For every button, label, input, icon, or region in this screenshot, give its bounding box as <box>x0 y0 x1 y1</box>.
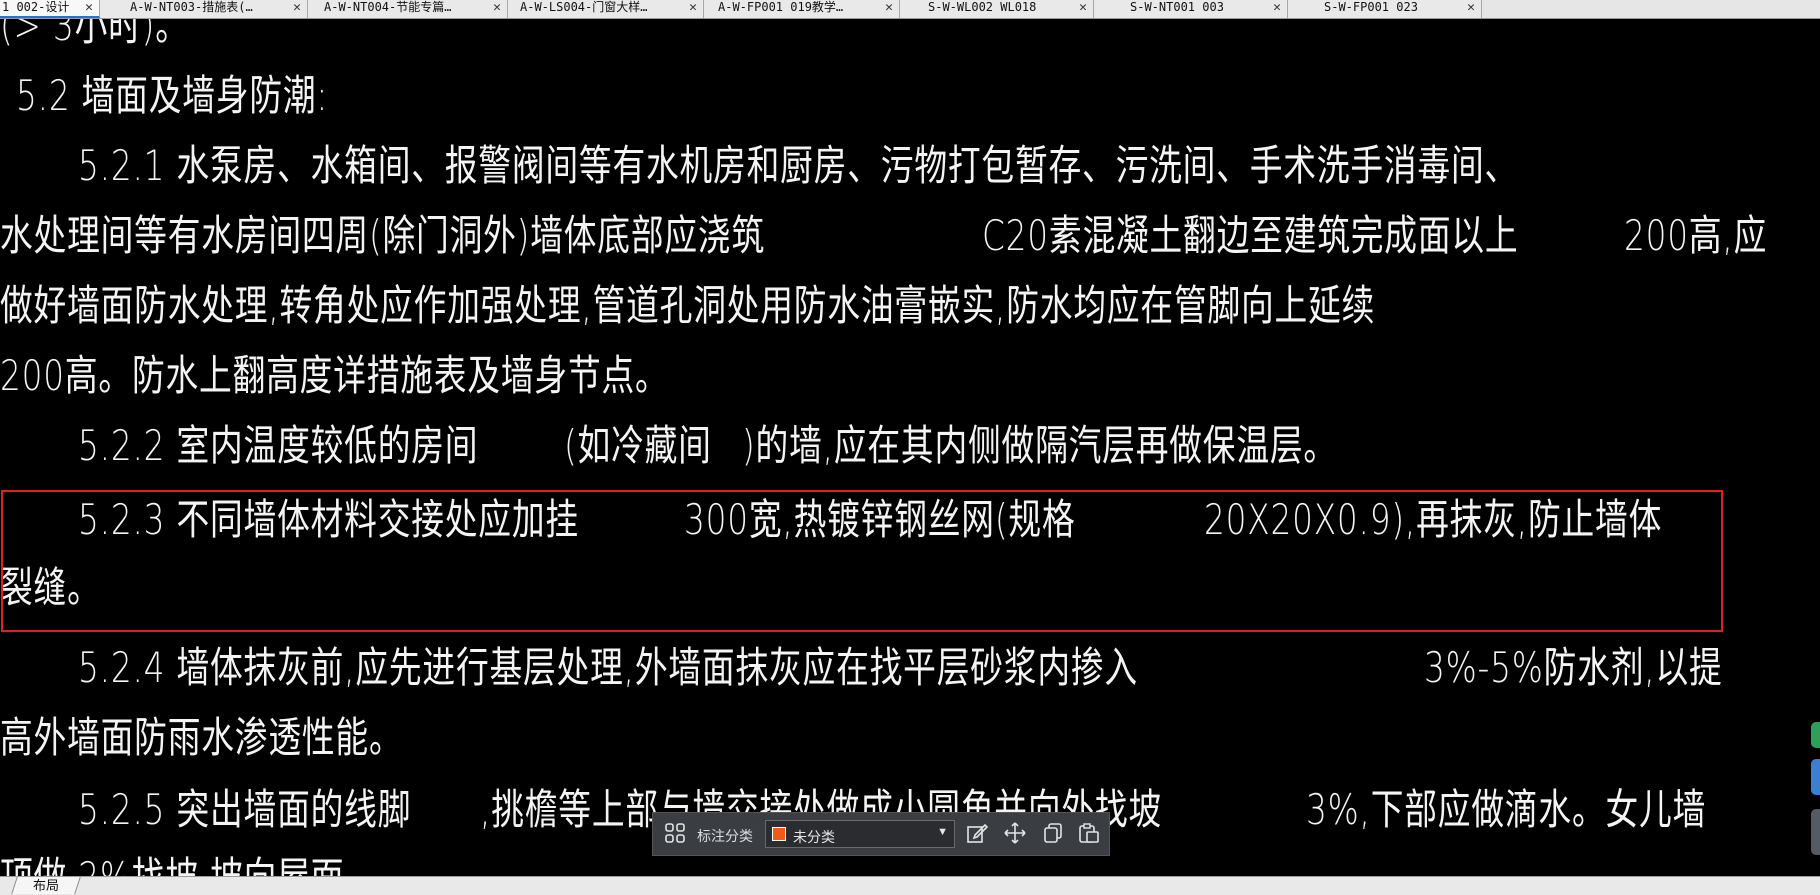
section-heading: 5.2 墙面及墙身防潮: <box>16 71 329 120</box>
note-line: 5.2.1 水泵房、水箱间、报警阀间等有水机房和厨房、污物打包暂存、污洗间、手术… <box>78 141 1519 190</box>
tab-label: A-W-NT003-措施表(… <box>130 0 253 14</box>
tab-nt004[interactable]: A-W-NT004-节能专篇… ✕ <box>308 0 508 18</box>
tab-label: A-W-LS004-门窗大样… <box>520 0 648 14</box>
annotation-category-label: 标注分类 <box>697 828 753 844</box>
note-line: 高外墙面防雨水渗透性能。 <box>0 713 403 762</box>
close-icon[interactable]: ✕ <box>293 0 301 15</box>
note-line: 3%,下部应做滴水。女儿墙 <box>1306 785 1707 834</box>
tab-label: S-W-NT001 003 <box>1130 0 1224 14</box>
note-line: 水处理间等有水房间四周(除门洞外)墙体底部应浇筑 <box>0 211 766 260</box>
tab-nt001[interactable]: S-W-NT001 003 ✕ <box>1094 0 1288 18</box>
drawing-canvas[interactable]: (> 3小时)。 5.2 墙面及墙身防潮: 5.2.1 水泵房、水箱间、报警阀间… <box>0 19 1820 876</box>
paste-icon[interactable] <box>1077 822 1101 846</box>
grid-icon[interactable] <box>663 822 687 846</box>
highlight-box <box>1 490 1723 632</box>
tab-002-design[interactable]: 1 002-设计 ✕ <box>0 0 100 18</box>
tab-label: S-W-WL002 WL018 <box>928 0 1037 14</box>
annotation-toolbar: 标注分类 未分类 ▼ <box>652 812 1110 856</box>
tab-label: A-W-FP001 019教学… <box>718 0 844 14</box>
tab-label: S-W-FP001 023 <box>1324 0 1418 14</box>
tab-wl002[interactable]: S-W-WL002 WL018 ✕ <box>900 0 1094 18</box>
edit-icon[interactable] <box>965 822 989 846</box>
note-line: )的墙,应在其内侧做隔汽层再做保温层。 <box>742 421 1337 470</box>
note-line: 200高,应 <box>1624 211 1768 260</box>
document-tab-bar: 1 002-设计 ✕ A-W-NT003-措施表(… ✕ A-W-NT004-节… <box>0 0 1820 19</box>
note-line: 5.2.5 突出墙面的线脚 <box>78 785 412 834</box>
edge-widget[interactable] <box>1811 722 1820 748</box>
category-value: 未分类 <box>793 829 835 845</box>
close-icon[interactable]: ✕ <box>493 0 501 15</box>
edge-widget[interactable] <box>1811 809 1820 855</box>
note-line: C20素混凝土翻边至建筑完成面以上 <box>982 211 1519 260</box>
close-icon[interactable]: ✕ <box>689 0 697 15</box>
note-line: 5.2.4 墙体抹灰前,应先进行基层处理,外墙面抹灰应在找平层砂浆内掺入 <box>78 643 1138 692</box>
tab-ls004[interactable]: A-W-LS004-门窗大样… ✕ <box>508 0 704 18</box>
note-line: 3%-5%防水剂,以提 <box>1424 643 1723 692</box>
layout-tab-label: 布局 <box>32 878 59 893</box>
move-icon[interactable] <box>1003 822 1027 846</box>
close-icon[interactable]: ✕ <box>1079 0 1087 15</box>
category-color-swatch <box>772 827 786 841</box>
note-line: (> 3小时)。 <box>0 19 189 50</box>
note-line: (如冷藏间 <box>564 421 712 470</box>
note-line: 5.2.2 室内温度较低的房间 <box>78 421 479 470</box>
close-icon[interactable]: ✕ <box>1467 0 1475 15</box>
tab-fp001-023[interactable]: S-W-FP001 023 ✕ <box>1288 0 1482 18</box>
layout-tab-bar: 布局 <box>0 876 1820 895</box>
edge-widget[interactable] <box>1811 759 1820 795</box>
copy-icon[interactable] <box>1041 822 1065 846</box>
chevron-down-icon: ▼ <box>937 826 948 838</box>
tab-label: A-W-NT004-节能专篇… <box>324 0 452 14</box>
close-icon[interactable]: ✕ <box>85 0 93 15</box>
note-line: 200高。防水上翻高度详措施表及墙身节点。 <box>0 351 669 400</box>
close-icon[interactable]: ✕ <box>885 0 893 15</box>
note-line: 顶做 2%找坡,坡向屋面 <box>0 857 344 877</box>
note-line: 做好墙面防水处理,转角处应作加强处理,管道孔洞处用防水油膏嵌实,防水均应在管脚向… <box>0 281 1376 330</box>
tab-label: 1 002-设计 <box>2 0 70 14</box>
tab-nt003[interactable]: A-W-NT003-措施表(… ✕ <box>100 0 308 18</box>
tab-layout[interactable]: 布局 <box>11 877 81 894</box>
tab-fp001-019[interactable]: A-W-FP001 019教学… ✕ <box>704 0 900 18</box>
close-icon[interactable]: ✕ <box>1273 0 1281 15</box>
category-dropdown[interactable]: 未分类 ▼ <box>765 820 955 848</box>
